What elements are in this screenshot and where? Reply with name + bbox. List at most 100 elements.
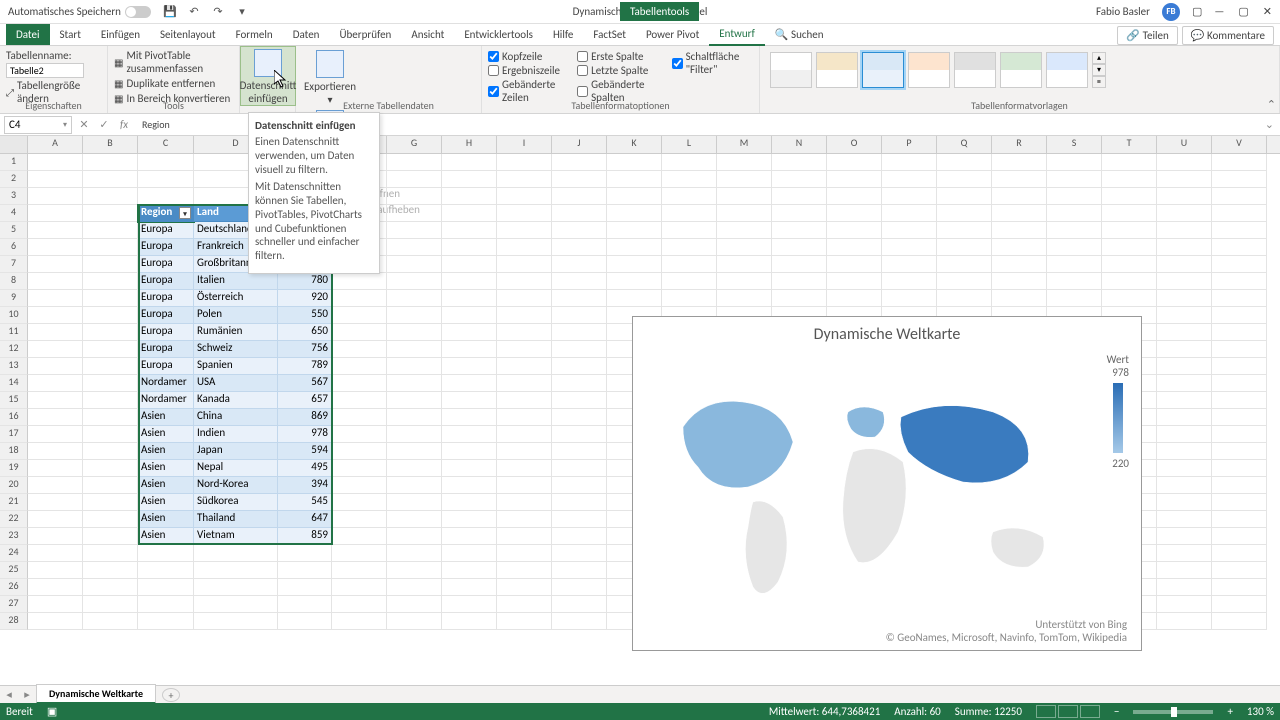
cell[interactable] xyxy=(497,511,552,528)
sheet-tab[interactable]: Dynamische Weltkarte xyxy=(36,684,156,704)
cell[interactable] xyxy=(442,341,497,358)
accept-formula-icon[interactable]: ✓ xyxy=(96,118,112,131)
teilen-button[interactable]: 🔗 Teilen xyxy=(1117,26,1177,45)
qat-dropdown-icon[interactable]: ▾ xyxy=(235,5,249,19)
cell[interactable] xyxy=(442,375,497,392)
cell[interactable] xyxy=(607,222,662,239)
gallery-more-icon[interactable]: ≡ xyxy=(1092,76,1106,88)
cell[interactable] xyxy=(332,613,387,630)
tab-ueberpruefen[interactable]: Überprüfen xyxy=(329,24,401,45)
cell[interactable] xyxy=(1157,154,1212,171)
kommentare-button[interactable]: 💬 Kommentare xyxy=(1182,26,1274,45)
cell[interactable] xyxy=(717,273,772,290)
cell[interactable] xyxy=(607,239,662,256)
style-thumb[interactable] xyxy=(816,52,858,88)
export-button[interactable]: Exportieren▾ xyxy=(302,48,358,106)
cell[interactable] xyxy=(83,528,138,545)
cell[interactable] xyxy=(552,290,607,307)
cell[interactable]: USA xyxy=(194,375,278,392)
cell[interactable] xyxy=(83,460,138,477)
style-thumb[interactable] xyxy=(954,52,996,88)
cell[interactable] xyxy=(442,596,497,613)
row-header[interactable]: 14 xyxy=(0,375,28,392)
tab-hilfe[interactable]: Hilfe xyxy=(543,24,583,45)
cell[interactable] xyxy=(387,494,442,511)
cell[interactable] xyxy=(882,171,937,188)
cell[interactable] xyxy=(497,222,552,239)
cell[interactable]: Europa xyxy=(138,324,194,341)
cell[interactable] xyxy=(882,222,937,239)
cell[interactable] xyxy=(882,290,937,307)
cell[interactable] xyxy=(442,188,497,205)
cell[interactable] xyxy=(1212,409,1267,426)
cell[interactable] xyxy=(442,409,497,426)
tab-factset[interactable]: FactSet xyxy=(583,24,636,45)
cell[interactable] xyxy=(937,273,992,290)
insert-slicer-button[interactable]: Datenschnitt einfügen xyxy=(240,46,296,106)
column-header[interactable]: N xyxy=(772,136,827,153)
cell[interactable] xyxy=(442,494,497,511)
cell[interactable] xyxy=(1157,528,1212,545)
cell[interactable] xyxy=(937,239,992,256)
cell[interactable] xyxy=(83,562,138,579)
cell[interactable] xyxy=(28,222,83,239)
cell[interactable] xyxy=(1102,188,1157,205)
cell[interactable] xyxy=(827,256,882,273)
cell[interactable] xyxy=(28,324,83,341)
cell[interactable] xyxy=(497,596,552,613)
cell[interactable]: 495 xyxy=(278,460,332,477)
cell[interactable] xyxy=(1157,205,1212,222)
cell[interactable] xyxy=(937,154,992,171)
cell[interactable] xyxy=(1157,188,1212,205)
row-header[interactable]: 20 xyxy=(0,477,28,494)
cell[interactable] xyxy=(662,256,717,273)
cell[interactable] xyxy=(1047,205,1102,222)
zoom-out-icon[interactable]: − xyxy=(1114,705,1119,718)
cell[interactable] xyxy=(552,511,607,528)
cell[interactable] xyxy=(497,460,552,477)
cell[interactable] xyxy=(83,477,138,494)
cell[interactable] xyxy=(83,324,138,341)
cell[interactable] xyxy=(937,171,992,188)
column-header[interactable]: P xyxy=(882,136,937,153)
cell[interactable] xyxy=(1102,256,1157,273)
column-header[interactable]: K xyxy=(607,136,662,153)
cell[interactable] xyxy=(442,205,497,222)
column-header[interactable]: U xyxy=(1157,136,1212,153)
cell[interactable] xyxy=(772,154,827,171)
cell[interactable]: Nordamer xyxy=(138,392,194,409)
cell[interactable]: Asien xyxy=(138,409,194,426)
cell[interactable] xyxy=(83,307,138,324)
cell[interactable] xyxy=(772,239,827,256)
cell[interactable] xyxy=(28,528,83,545)
tab-seitenlayout[interactable]: Seitenlayout xyxy=(150,24,226,45)
cell[interactable]: Nord-Korea xyxy=(194,477,278,494)
cell[interactable] xyxy=(1212,307,1267,324)
cell[interactable] xyxy=(1212,188,1267,205)
tablename-input[interactable] xyxy=(6,63,84,78)
cell[interactable] xyxy=(332,545,387,562)
cell[interactable] xyxy=(1157,545,1212,562)
cell[interactable]: 647 xyxy=(278,511,332,528)
style-thumb[interactable] xyxy=(1046,52,1088,88)
cell[interactable] xyxy=(28,579,83,596)
cell[interactable] xyxy=(772,188,827,205)
cell[interactable] xyxy=(827,273,882,290)
column-header[interactable]: R xyxy=(992,136,1047,153)
cell[interactable] xyxy=(497,613,552,630)
cell[interactable] xyxy=(387,511,442,528)
zoom-slider[interactable] xyxy=(1133,710,1213,714)
cell[interactable] xyxy=(1157,511,1212,528)
row-header[interactable]: 12 xyxy=(0,341,28,358)
cancel-formula-icon[interactable]: ✕ xyxy=(76,118,92,131)
cell[interactable] xyxy=(497,358,552,375)
cell[interactable] xyxy=(83,290,138,307)
cell[interactable] xyxy=(1157,562,1212,579)
column-header[interactable]: T xyxy=(1102,136,1157,153)
cell[interactable] xyxy=(83,222,138,239)
cell[interactable] xyxy=(278,545,332,562)
cell[interactable]: Asien xyxy=(138,426,194,443)
cell[interactable] xyxy=(552,154,607,171)
style-thumb[interactable] xyxy=(770,52,812,88)
cell[interactable] xyxy=(1102,222,1157,239)
